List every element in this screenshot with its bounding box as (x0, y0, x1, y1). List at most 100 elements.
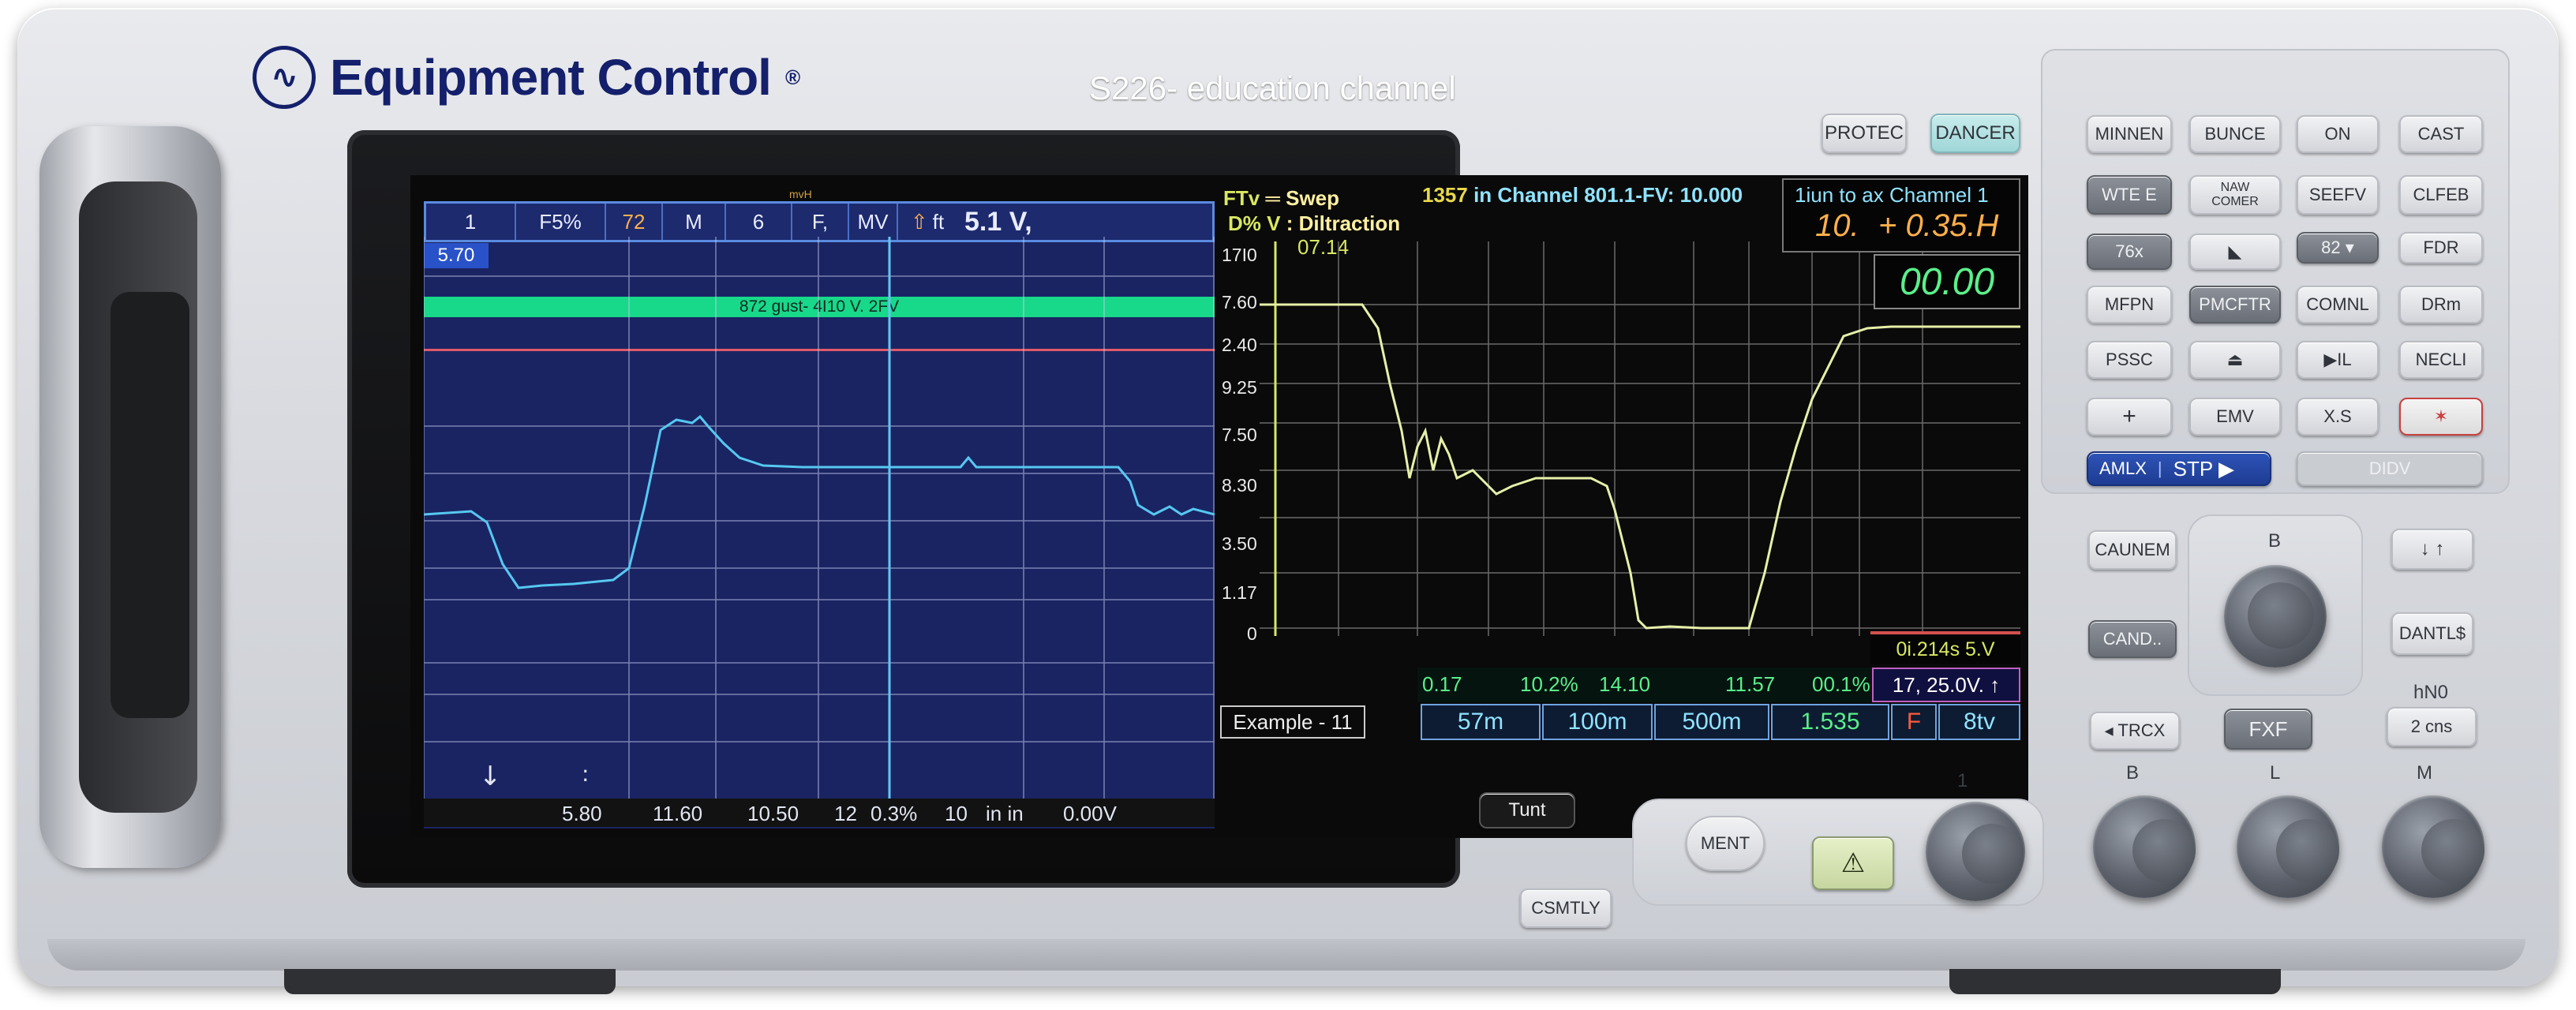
header-cell-ft[interactable]: ⇧ ft (898, 204, 957, 240)
bottom-cell-2[interactable]: 100m (1542, 704, 1653, 740)
bottom-cell-5[interactable]: F (1891, 704, 1937, 740)
y-tick-7: 3.50 (1222, 533, 1257, 554)
header-ft-label: ft (932, 209, 945, 234)
trcx-button[interactable]: ◂ TRCX (2090, 712, 2180, 750)
key-play-il[interactable]: ▶IL (2297, 341, 2379, 379)
tunt-button[interactable]: Tunt (1479, 792, 1575, 829)
brand-name: Equipment Control (330, 49, 772, 106)
key-76x[interactable]: 76x (2087, 234, 2172, 270)
cand-button[interactable]: CAND.. (2088, 620, 2177, 658)
channel-info-box[interactable]: 1iun to ax Chamnel 1 10. + 0.35.H (1782, 178, 2020, 252)
right-trace (1260, 303, 2020, 630)
axis-label-8: 0.00V (1063, 802, 1117, 825)
cns-button[interactable]: 2 cns (2387, 707, 2477, 746)
axis-label-4: 12 (834, 802, 857, 825)
key-wtee[interactable]: WTE E (2087, 175, 2172, 215)
dancer-button[interactable]: DANCER (1930, 114, 2020, 153)
bottom-cell-4[interactable]: 1.535 (1771, 704, 1889, 740)
channel-value-b: + 0.35.H (1878, 208, 1999, 243)
stat-5: 00.1% (1812, 672, 1870, 696)
key-mfpn[interactable]: MFPN (2087, 286, 2172, 324)
time-readout: 0i.214s 5.V (1870, 631, 2020, 664)
key-ramp[interactable]: ◣ (2189, 234, 2281, 270)
left-foot (284, 969, 616, 994)
header-cell-f5[interactable]: F5% (516, 204, 606, 240)
axis-label-5: 0.3% (871, 802, 918, 825)
big-readout: 00.00 (1874, 254, 2020, 309)
y-tick-6: 8.30 (1222, 475, 1257, 496)
header-small-unit: mvH (789, 188, 812, 200)
header-cell-72[interactable]: 72 (606, 204, 663, 240)
key-star[interactable]: ✶ (2399, 398, 2483, 436)
key-clfeb[interactable]: CLFEB (2399, 175, 2483, 215)
key-fdr[interactable]: FDR (2399, 232, 2483, 264)
protec-button[interactable]: PROTEC (1822, 114, 1907, 153)
header-cell-mv[interactable]: MV (849, 204, 898, 240)
ment-button[interactable]: MENT (1686, 816, 1765, 871)
key-on[interactable]: ON (2297, 115, 2379, 153)
registered-mark: ® (784, 65, 800, 89)
key-seefv[interactable]: SEEFV (2297, 175, 2379, 215)
header-cell-channel[interactable]: 1 (426, 204, 516, 240)
axis-label-2: 11.60 (653, 802, 703, 825)
bottom-cell-3[interactable]: 500m (1654, 704, 1769, 740)
amlx-divider: | (2157, 458, 2162, 478)
key-cast[interactable]: CAST (2399, 115, 2483, 153)
stp-label: STP ▶ (2173, 456, 2234, 481)
trigger-marker-icon: ⇧ (910, 209, 928, 234)
updown-button[interactable]: ↓ ↑ (2391, 529, 2473, 570)
key-drm[interactable]: DRm (2399, 286, 2483, 324)
key-minnen[interactable]: MINNEN (2087, 115, 2172, 153)
key-pssc[interactable]: PSSC (2087, 341, 2172, 379)
cursor-colon-glyph: : (582, 761, 589, 787)
right-foot (1949, 969, 2281, 994)
key-emv[interactable]: EMV (2189, 398, 2281, 436)
header-value: 5.1 V, (964, 206, 1032, 237)
dantls-button[interactable]: DANTL$ (2391, 612, 2473, 655)
hno-label: hN0 (2413, 682, 2449, 703)
csmtly-button[interactable]: CSMTLY (1520, 888, 1612, 928)
header-cell-6[interactable]: 6 (726, 204, 792, 240)
handle-grip (110, 292, 189, 718)
caunem-button[interactable]: CAUNEM (2088, 530, 2177, 570)
y-tick-1: 17I0 (1222, 245, 1257, 265)
key-pmcftr[interactable]: PMCFTR (2189, 286, 2281, 324)
didv-button[interactable]: DIDV (2297, 451, 2483, 486)
y-tick-4: 9.25 (1222, 377, 1257, 398)
key-comnl[interactable]: COMNL (2297, 286, 2379, 324)
key-bunce[interactable]: BUNCE (2189, 115, 2281, 153)
knob-l-label: L (2270, 762, 2281, 784)
amlx-stp-button[interactable]: AMLX | STP ▶ (2087, 451, 2271, 486)
axis-label-7: in in (986, 802, 1024, 825)
fxf-button[interactable]: FXF (2224, 709, 2312, 750)
chassis-bottom-lip (47, 939, 2525, 971)
y-tick-8: 1.17 (1222, 582, 1257, 603)
bottom-cell-6[interactable]: 8tv (1938, 704, 2020, 740)
left-trace (424, 414, 1215, 589)
warning-icon[interactable]: ⚠ (1812, 836, 1894, 890)
mode-line-2: D% V : Diltraction (1228, 211, 1400, 236)
knob-l-cap (2276, 819, 2339, 882)
stats-box: 17, 25.0V. ↑ (1872, 668, 2020, 702)
key-naw-comer[interactable]: NAW COMER (2189, 175, 2281, 215)
left-waveform-plot: ↓ : (424, 237, 1215, 799)
knob-1-label: 1 (1957, 770, 1968, 791)
example-label[interactable]: Example - 11 (1220, 705, 1365, 739)
amlx-label: AMLX (2099, 458, 2147, 478)
right-header: 1357 in Channel 801.1-FV: 10.000 (1422, 183, 1743, 208)
bottom-cell-1[interactable]: 57m (1421, 704, 1541, 740)
key-plus[interactable]: + (2087, 398, 2172, 436)
key-home[interactable]: ⏏ (2189, 341, 2281, 379)
header-cell-f[interactable]: F, (792, 204, 849, 240)
key-xs[interactable]: X.S (2297, 398, 2379, 436)
axis-label-6: 10 (945, 802, 968, 825)
y-tick-5: 7.50 (1222, 425, 1257, 445)
y-tick-3: 2.40 (1222, 335, 1257, 355)
key-necli[interactable]: NECLI (2399, 341, 2483, 379)
main-knob-label: B (2268, 530, 2282, 552)
header-cell-m[interactable]: M (663, 204, 726, 240)
key-82[interactable]: 82 ▾ (2297, 232, 2379, 264)
right-header-value: 10.000 (1679, 183, 1743, 207)
knob-m-label: M (2417, 762, 2432, 784)
mode-key-2: D% V (1228, 211, 1281, 235)
